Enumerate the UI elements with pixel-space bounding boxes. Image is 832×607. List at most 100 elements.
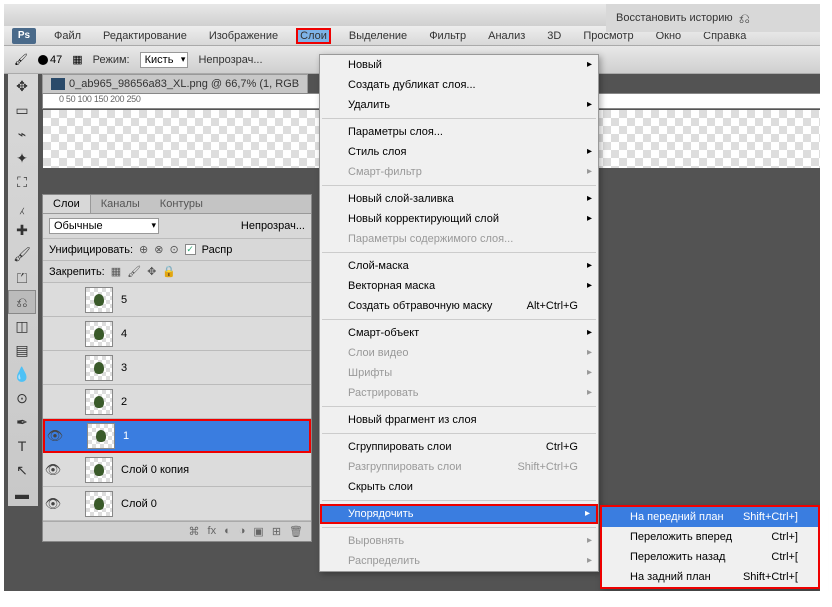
menu-item[interactable]: Новый корректирующий слой xyxy=(320,209,598,229)
menu-analysis[interactable]: Анализ xyxy=(484,28,529,44)
eyedropper-tool[interactable]: ⁁ xyxy=(8,194,36,218)
folder-icon[interactable]: ▣ xyxy=(253,525,263,538)
layer-name: 4 xyxy=(117,328,127,340)
lock-trans-icon[interactable]: ▦ xyxy=(111,265,121,278)
menu-item[interactable]: Новый слой-заливка xyxy=(320,189,598,209)
layer-thumb xyxy=(85,321,113,347)
layer-thumb xyxy=(85,287,113,313)
trash-icon[interactable]: 🗑 xyxy=(289,525,303,538)
blur-tool[interactable]: 💧 xyxy=(8,362,36,386)
tab-paths[interactable]: Контуры xyxy=(150,195,213,213)
propagate-checkbox[interactable]: ✓ xyxy=(185,244,196,255)
tab-channels[interactable]: Каналы xyxy=(91,195,150,213)
submenu-item[interactable]: На задний планShift+Ctrl+[ xyxy=(602,567,818,587)
move-tool[interactable]: ✥ xyxy=(8,74,36,98)
eraser-tool[interactable]: ◫ xyxy=(8,314,36,338)
tab-layers[interactable]: Слои xyxy=(43,195,91,213)
visibility-icon[interactable]: 👁 xyxy=(43,462,63,478)
unify-pos-icon[interactable]: ⊕ xyxy=(139,243,148,256)
menu-item: Распределить xyxy=(320,551,598,571)
brush-panel-icon[interactable]: ▦ xyxy=(72,53,82,66)
unify-vis-icon[interactable]: ⊗ xyxy=(154,243,163,256)
layer-row[interactable]: 3 xyxy=(43,351,311,385)
menu-item: Разгруппировать слоиShift+Ctrl+G xyxy=(320,457,598,477)
gradient-tool[interactable]: ▤ xyxy=(8,338,36,362)
history-label: Восстановить историю xyxy=(616,12,733,24)
layer-row[interactable]: 👁 Слой 0 копия xyxy=(43,453,311,487)
document-tab[interactable]: 0_ab965_98656a83_XL.png @ 66,7% (1, RGB xyxy=(42,74,308,93)
menu-image[interactable]: Изображение xyxy=(205,28,282,44)
menu-item[interactable]: Удалить xyxy=(320,95,598,115)
layers-panel: Слои Каналы Контуры Обычные Непрозрач...… xyxy=(42,194,312,542)
history-brush-tool[interactable]: ⎌ xyxy=(8,290,36,314)
menu-item[interactable]: Новый xyxy=(320,55,598,75)
visibility-icon[interactable]: 👁 xyxy=(45,428,65,444)
unify-style-icon[interactable]: ⊙ xyxy=(169,243,178,256)
dodge-tool[interactable]: ⊙ xyxy=(8,386,36,410)
menu-item[interactable]: Слой-маска xyxy=(320,256,598,276)
layer-name: Слой 0 копия xyxy=(117,464,189,476)
layer-row[interactable]: 4 xyxy=(43,317,311,351)
menu-item[interactable]: Скрыть слои xyxy=(320,477,598,497)
layer-blend-select[interactable]: Обычные xyxy=(49,218,159,234)
lock-all-icon[interactable]: 🔒 xyxy=(162,265,176,278)
visibility-icon[interactable]: 👁 xyxy=(43,496,63,512)
stamp-tool[interactable]: ⏍ xyxy=(8,266,36,290)
menu-item[interactable]: Стиль слоя xyxy=(320,142,598,162)
menu-item[interactable]: Создать обтравочную маскуAlt+Ctrl+G xyxy=(320,296,598,316)
layer-row[interactable]: 👁1 xyxy=(43,419,311,453)
lock-paint-icon[interactable]: 🖌 xyxy=(127,265,141,278)
menu-layers[interactable]: Слои xyxy=(296,28,331,44)
menu-file[interactable]: Файл xyxy=(50,28,85,44)
marquee-tool[interactable]: ▭ xyxy=(8,98,36,122)
link-layers-icon[interactable]: ⌘ xyxy=(189,525,200,538)
fx-icon[interactable]: fx xyxy=(208,525,217,538)
menu-3d[interactable]: 3D xyxy=(543,28,565,44)
type-tool[interactable]: T xyxy=(8,434,36,458)
brush-tool-icon: 🖌 xyxy=(14,53,28,66)
mode-label: Режим: xyxy=(93,54,130,66)
shape-tool[interactable]: ▬ xyxy=(8,482,36,506)
brush-dot-icon xyxy=(38,55,48,65)
menu-item: Смарт-фильтр xyxy=(320,162,598,182)
adjustment-icon[interactable]: ◑ xyxy=(239,525,246,538)
propagate-label: Распр xyxy=(202,244,233,256)
layer-row[interactable]: 5 xyxy=(43,283,311,317)
menu-item[interactable]: Векторная маска xyxy=(320,276,598,296)
wand-tool[interactable]: ✦ xyxy=(8,146,36,170)
brush-preset[interactable]: 47 xyxy=(38,54,62,66)
path-tool[interactable]: ↖ xyxy=(8,458,36,482)
document-title: 0_ab965_98656a83_XL.png @ 66,7% (1, RGB xyxy=(69,78,299,90)
new-layer-icon[interactable]: ⊞ xyxy=(272,525,281,538)
lasso-tool[interactable]: ⌁ xyxy=(8,122,36,146)
lock-move-icon[interactable]: ✥ xyxy=(147,265,156,278)
submenu-item[interactable]: Переложить назадCtrl+[ xyxy=(602,547,818,567)
menu-item[interactable]: Новый фрагмент из слоя xyxy=(320,410,598,430)
crop-tool[interactable]: ⛶ xyxy=(8,170,36,194)
blend-mode-select[interactable]: Кисть xyxy=(140,52,189,68)
menu-item[interactable]: Смарт-объект xyxy=(320,323,598,343)
history-brush-icon[interactable]: ⎌ xyxy=(739,10,750,27)
menu-filter[interactable]: Фильтр xyxy=(425,28,470,44)
brush-size-value: 47 xyxy=(50,54,62,66)
layer-row[interactable]: 👁Слой 0 xyxy=(43,487,311,521)
submenu-item[interactable]: На передний планShift+Ctrl+] xyxy=(602,507,818,527)
layer-row[interactable]: 2 xyxy=(43,385,311,419)
menu-item: Слои видео xyxy=(320,343,598,363)
menu-item[interactable]: Упорядочить xyxy=(320,504,598,524)
heal-tool[interactable]: ✚ xyxy=(8,218,36,242)
menu-item[interactable]: Сгруппировать слоиCtrl+G xyxy=(320,437,598,457)
layer-name: 1 xyxy=(119,430,129,442)
menu-item[interactable]: Параметры слоя... xyxy=(320,122,598,142)
panel-footer: ⌘ fx ◐ ◑ ▣ ⊞ 🗑 xyxy=(43,521,311,541)
opacity-label: Непрозрач... xyxy=(198,54,262,66)
brush-tool[interactable]: 🖌 xyxy=(8,242,36,266)
menu-edit[interactable]: Редактирование xyxy=(99,28,191,44)
submenu-item[interactable]: Переложить впередCtrl+] xyxy=(602,527,818,547)
layer-thumb xyxy=(87,423,115,449)
menu-item[interactable]: Создать дубликат слоя... xyxy=(320,75,598,95)
pen-tool[interactable]: ✒ xyxy=(8,410,36,434)
menu-select[interactable]: Выделение xyxy=(345,28,411,44)
menu-item: Растрировать xyxy=(320,383,598,403)
mask-icon[interactable]: ◐ xyxy=(224,525,231,538)
